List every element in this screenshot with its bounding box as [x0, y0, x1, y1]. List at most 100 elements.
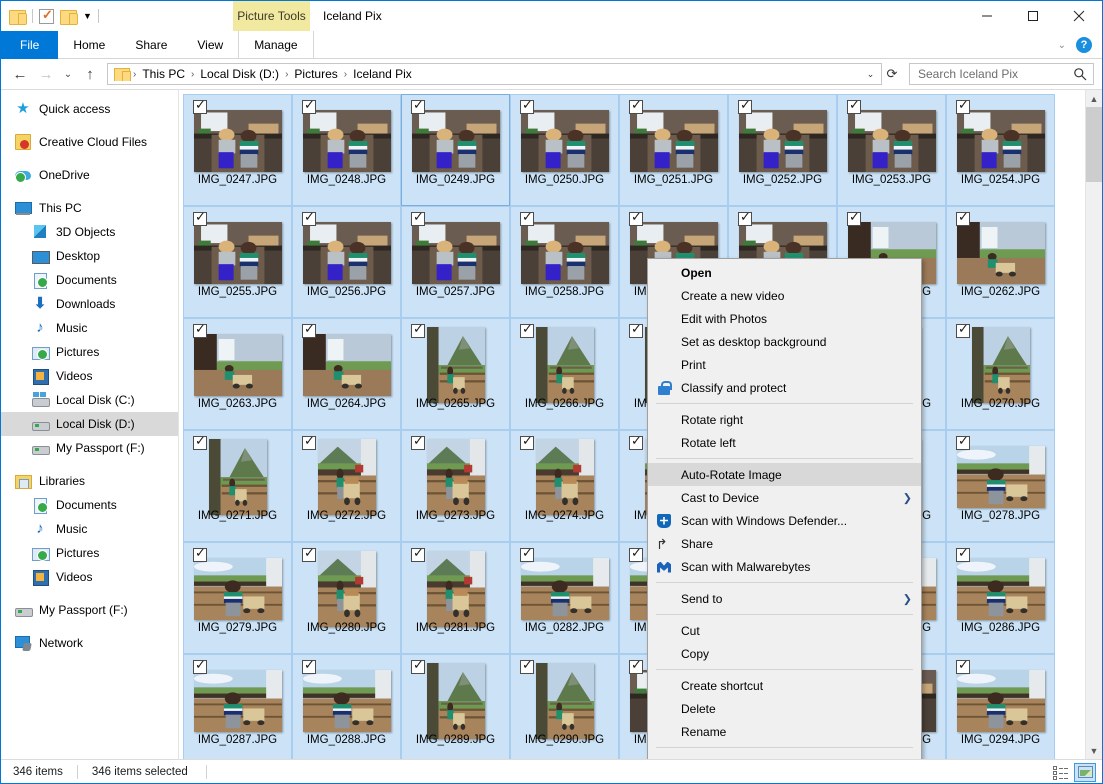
file-item[interactable]: IMG_0266.JPG [510, 318, 619, 430]
chevron-down-icon[interactable]: ▼ [83, 11, 92, 21]
tab-share[interactable]: Share [120, 31, 182, 59]
back-button[interactable]: ← [7, 61, 33, 87]
sidebar-item-desktop[interactable]: Desktop [1, 244, 178, 268]
sidebar-item-this-pc[interactable]: This PC [1, 196, 178, 220]
menu-item-edit-with-photos[interactable]: Edit with Photos [648, 307, 921, 330]
sidebar-item-network[interactable]: Network [1, 631, 178, 655]
menu-item-rotate-right[interactable]: Rotate right [648, 408, 921, 431]
sidebar-item-downloads[interactable]: ⬇ Downloads [1, 292, 178, 316]
item-checkbox[interactable] [520, 433, 534, 450]
tab-file[interactable]: File [1, 31, 59, 59]
file-item[interactable]: IMG_0280.JPG [292, 542, 401, 654]
item-checkbox[interactable] [629, 545, 643, 562]
item-checkbox[interactable] [411, 209, 425, 226]
chevron-down-icon-address[interactable]: ⌄ [862, 64, 879, 84]
item-checkbox[interactable] [956, 321, 970, 338]
file-item[interactable]: IMG_0278.JPG [946, 430, 1055, 542]
file-item[interactable]: IMG_0294.JPG [946, 654, 1055, 759]
sidebar-item-videos[interactable]: Videos [1, 565, 178, 589]
chevron-down-icon-ribbon[interactable]: ⌄ [1058, 40, 1066, 51]
file-item[interactable]: IMG_0249.JPG [401, 94, 510, 206]
item-checkbox[interactable] [193, 321, 207, 338]
item-checkbox[interactable] [738, 97, 752, 114]
file-item[interactable]: IMG_0257.JPG [401, 206, 510, 318]
scrollbar-thumb[interactable] [1086, 107, 1102, 182]
new-folder-icon-2[interactable] [60, 9, 78, 25]
item-checkbox[interactable] [411, 545, 425, 562]
item-checkbox[interactable] [411, 433, 425, 450]
sidebar-item-videos[interactable]: Videos [1, 364, 178, 388]
large-icons-view-button[interactable] [1074, 762, 1096, 782]
item-checkbox[interactable] [302, 433, 316, 450]
item-checkbox[interactable] [956, 209, 970, 226]
item-checkbox[interactable] [520, 657, 534, 674]
menu-item-rotate-left[interactable]: Rotate left [648, 431, 921, 454]
menu-item-create-shortcut[interactable]: Create shortcut [648, 674, 921, 697]
item-checkbox[interactable] [411, 657, 425, 674]
file-item[interactable]: IMG_0272.JPG [292, 430, 401, 542]
item-checkbox[interactable] [956, 433, 970, 450]
item-checkbox[interactable] [520, 97, 534, 114]
item-checkbox[interactable] [847, 209, 861, 226]
tab-home[interactable]: Home [58, 31, 120, 59]
menu-item-auto-rotate-image[interactable]: Auto-Rotate Image [648, 463, 921, 486]
vertical-scrollbar[interactable]: ▲ ▼ [1085, 90, 1102, 759]
file-list-view[interactable]: IMG_0247.JPG IMG_0248.JPG [179, 90, 1102, 759]
file-item[interactable]: IMG_0265.JPG [401, 318, 510, 430]
item-checkbox[interactable] [629, 209, 643, 226]
sidebar-item-music[interactable]: ♪ Music [1, 517, 178, 541]
file-item[interactable]: IMG_0281.JPG [401, 542, 510, 654]
menu-item-delete[interactable]: Delete [648, 697, 921, 720]
tab-view[interactable]: View [182, 31, 238, 59]
item-checkbox[interactable] [520, 545, 534, 562]
item-checkbox[interactable] [520, 321, 534, 338]
breadcrumb-item-local-disk-d[interactable]: Local Disk (D:) [195, 67, 284, 81]
menu-item-add-to-a-shared-album[interactable]: Add to a shared album ❯ [648, 752, 921, 760]
maximize-button[interactable] [1010, 1, 1056, 31]
breadcrumb-item-this-pc[interactable]: This PC [137, 67, 190, 81]
menu-item-classify-and-protect[interactable]: Classify and protect [648, 376, 921, 399]
item-checkbox[interactable] [193, 545, 207, 562]
menu-item-scan-with-malwarebytes[interactable]: Scan with Malwarebytes [648, 555, 921, 578]
file-item[interactable]: IMG_0289.JPG [401, 654, 510, 759]
file-item[interactable]: IMG_0274.JPG [510, 430, 619, 542]
details-view-button[interactable] [1049, 763, 1071, 782]
menu-item-open[interactable]: Open [648, 261, 921, 284]
scroll-down-arrow-icon[interactable]: ▼ [1086, 742, 1102, 759]
sidebar-item-local-disk-d[interactable]: Local Disk (D:) [1, 412, 178, 436]
file-item[interactable]: IMG_0273.JPG [401, 430, 510, 542]
help-icon[interactable]: ? [1076, 37, 1092, 53]
file-item[interactable]: IMG_0254.JPG [946, 94, 1055, 206]
item-checkbox[interactable] [629, 657, 643, 674]
file-item[interactable]: IMG_0262.JPG [946, 206, 1055, 318]
menu-item-share[interactable]: ↱ Share [648, 532, 921, 555]
file-item[interactable]: IMG_0263.JPG [183, 318, 292, 430]
item-checkbox[interactable] [629, 321, 643, 338]
item-checkbox[interactable] [411, 97, 425, 114]
item-checkbox[interactable] [193, 433, 207, 450]
item-checkbox[interactable] [956, 545, 970, 562]
menu-item-copy[interactable]: Copy [648, 642, 921, 665]
sidebar-item-documents[interactable]: Documents [1, 493, 178, 517]
item-checkbox[interactable] [738, 209, 752, 226]
item-checkbox[interactable] [302, 321, 316, 338]
sidebar-item-my-passport-f[interactable]: My Passport (F:) [1, 598, 178, 622]
item-checkbox[interactable] [847, 97, 861, 114]
menu-item-cut[interactable]: Cut [648, 619, 921, 642]
up-button[interactable]: ↑ [77, 61, 103, 87]
search-icon[interactable] [1073, 67, 1087, 81]
new-folder-icon[interactable] [9, 9, 27, 25]
sidebar-item-onedrive[interactable]: OneDrive [1, 163, 178, 187]
menu-item-cast-to-device[interactable]: Cast to Device ❯ [648, 486, 921, 509]
file-item[interactable]: IMG_0287.JPG [183, 654, 292, 759]
sidebar-item-my-passport-f[interactable]: My Passport (F:) [1, 436, 178, 460]
file-item[interactable]: IMG_0288.JPG [292, 654, 401, 759]
breadcrumb-bar[interactable]: › This PC › Local Disk (D:) › Pictures ›… [107, 63, 882, 85]
sidebar-item-documents[interactable]: Documents [1, 268, 178, 292]
menu-item-scan-with-windows-defender[interactable]: Scan with Windows Defender... [648, 509, 921, 532]
breadcrumb-item-iceland-pix[interactable]: Iceland Pix [348, 67, 417, 81]
sidebar-item-pictures[interactable]: Pictures [1, 541, 178, 565]
menu-item-send-to[interactable]: Send to ❯ [648, 587, 921, 610]
file-item[interactable]: IMG_0253.JPG [837, 94, 946, 206]
item-checkbox[interactable] [302, 545, 316, 562]
